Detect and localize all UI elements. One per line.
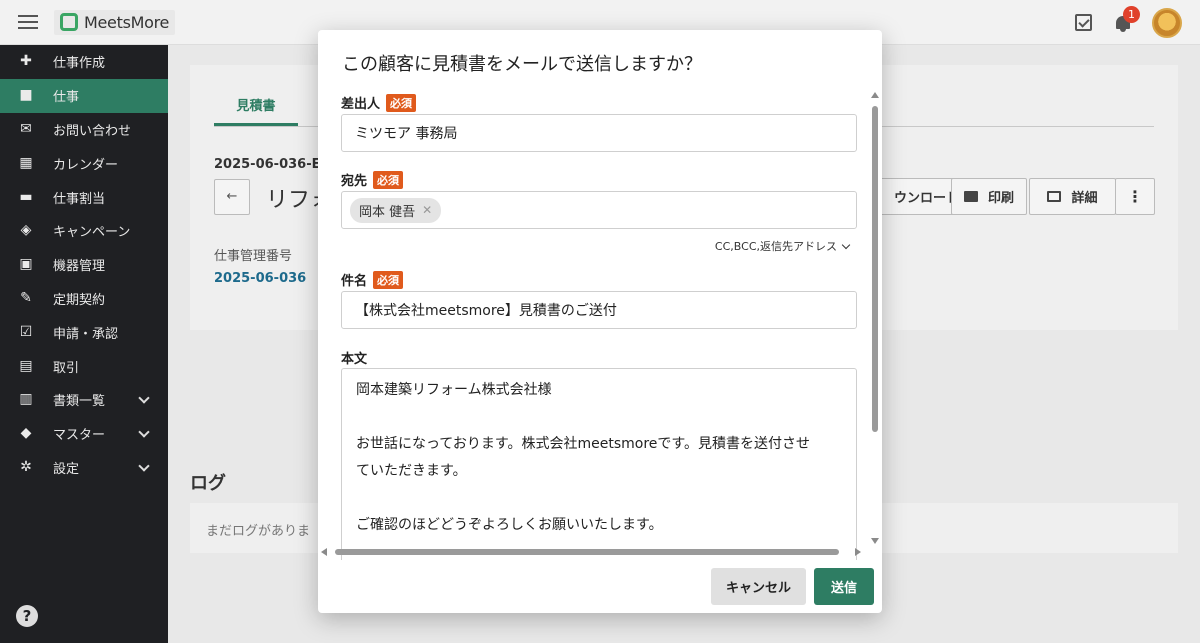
sidebar-item-label: 書類一覧	[53, 394, 106, 410]
sidebar-item-label: 機器管理	[53, 259, 106, 275]
notification-badge: 1	[1123, 5, 1140, 23]
body-textarea[interactable]: 岡本建築リフォーム株式会社様 お世話になっております。株式会社meetsmore…	[341, 368, 857, 560]
subject-label: 件名 必須	[341, 270, 404, 289]
scroll-down-icon[interactable]	[871, 538, 879, 544]
logo-text: MeetsMore	[84, 12, 170, 32]
required-badge: 必須	[373, 170, 404, 189]
briefcase-icon: ■	[19, 87, 33, 104]
sender-label: 差出人 必須	[341, 93, 417, 112]
sidebar-item-label: 設定	[53, 461, 80, 477]
body-label: 本文	[341, 352, 368, 367]
dialog-title: この顧客に見積書をメールで送信しますか？	[342, 54, 702, 75]
boxes-icon: ▣	[19, 256, 33, 273]
sidebar-item-settings[interactable]: ✲ 設定	[0, 451, 168, 485]
calendar-icon: ▦	[19, 154, 33, 171]
job-number-link[interactable]: 2025-06-036	[214, 271, 306, 286]
detail-label: 詳細	[1071, 191, 1098, 206]
sidebar-item-documents[interactable]: ▥ 書類一覧	[0, 383, 168, 417]
dialog-body: 差出人 必須 ミツモア 事務局 宛先 必須 岡本 健吾 ✕ CC,BCC,返信先…	[318, 90, 882, 560]
sidebar-item-label: 定期契約	[53, 292, 106, 308]
download-label: ウンロード	[893, 191, 959, 206]
remove-recipient-icon[interactable]: ✕	[422, 203, 432, 217]
horizontal-scrollbar[interactable]	[321, 548, 861, 556]
sidebar-item-equipment[interactable]: ▣ 機器管理	[0, 248, 168, 282]
sidebar-item-label: 仕事	[53, 90, 80, 106]
sidebar-item-label: 仕事割当	[53, 191, 106, 207]
notification-bell-icon[interactable]: 1	[1114, 5, 1140, 33]
chevron-down-icon	[138, 426, 150, 438]
cube-icon: ◆	[20, 425, 32, 442]
scroll-up-icon[interactable]	[871, 92, 879, 98]
chevron-down-icon	[138, 459, 150, 472]
recipient-chip: 岡本 健吾 ✕	[350, 197, 442, 223]
required-badge: 必須	[386, 93, 417, 112]
calculator-icon: ▤	[19, 357, 33, 374]
sidebar-item-contracts[interactable]: ✎ 定期契約	[0, 282, 168, 316]
gear-icon: ✲	[20, 458, 32, 475]
sidebar-item-label: 申請・承認	[53, 326, 119, 342]
subject-field[interactable]: 【株式会社meetsmore】見積書のご送付	[341, 291, 857, 329]
sidebar-item-approval[interactable]: ☑ 申請・承認	[0, 315, 168, 349]
sender-field[interactable]: ミツモア 事務局	[341, 114, 857, 152]
help-icon[interactable]: ?	[16, 605, 38, 627]
job-number-label: 仕事管理番号	[214, 249, 293, 264]
log-title: ログ	[190, 473, 226, 494]
logo-icon	[60, 13, 78, 31]
sidebar-item-jobs[interactable]: ■ 仕事	[0, 78, 168, 113]
scroll-right-icon[interactable]	[855, 548, 861, 556]
contract-icon: ✎	[20, 289, 32, 306]
app-logo[interactable]: MeetsMore	[54, 9, 176, 35]
to-field[interactable]: 岡本 健吾 ✕	[341, 191, 857, 229]
tab-estimate[interactable]: 見積書	[214, 95, 298, 114]
sidebar-item-assignment[interactable]: ▬ 仕事割当	[0, 180, 168, 214]
sidebar-item-transactions[interactable]: ▤ 取引	[0, 349, 168, 383]
send-button[interactable]: 送信	[814, 568, 874, 605]
sidebar-item-label: 取引	[53, 360, 80, 376]
chevron-down-icon	[841, 240, 851, 249]
more-options-icon[interactable]: ⋮	[1115, 178, 1155, 215]
sidebar-item-master[interactable]: ◆ マスター	[0, 417, 168, 451]
tasks-check-icon[interactable]	[1075, 14, 1092, 31]
detail-button[interactable]: 詳細	[1029, 178, 1116, 215]
sidebar-item-label: キャンペーン	[53, 225, 131, 241]
sidebar-item-label: カレンダー	[53, 157, 119, 173]
campaign-icon: ◈	[20, 222, 32, 239]
printer-icon	[963, 191, 978, 202]
menu-icon[interactable]	[18, 15, 38, 29]
checkbox-icon: ☑	[19, 323, 33, 340]
sidebar-item-job-create[interactable]: ✚ 仕事作成	[0, 45, 168, 79]
cancel-button[interactable]: キャンセル	[711, 568, 806, 605]
sidebar: ✚ 仕事作成 ■ 仕事 ✉ お問い合わせ ▦ カレンダー ▬ 仕事割当 ◈ キャンペーン ▣…	[0, 45, 168, 643]
scroll-left-icon[interactable]	[321, 548, 327, 556]
truck-icon: ▬	[19, 188, 33, 205]
horizontal-scroll-thumb[interactable]	[335, 549, 839, 555]
chevron-down-icon	[138, 392, 150, 404]
detail-icon	[1047, 191, 1062, 202]
vertical-scroll-thumb[interactable]	[872, 106, 878, 432]
back-button[interactable]: ←	[214, 179, 250, 215]
print-button[interactable]: 印刷	[951, 178, 1027, 215]
mail-icon: ✉	[20, 120, 32, 137]
sidebar-item-campaign[interactable]: ◈ キャンペーン	[0, 214, 168, 248]
cc-bcc-toggle[interactable]: CC,BCC,返信先アドレス	[715, 238, 851, 254]
sidebar-item-label: マスター	[53, 428, 106, 444]
vertical-scrollbar[interactable]	[871, 92, 879, 544]
sidebar-item-calendar[interactable]: ▦ カレンダー	[0, 146, 168, 180]
required-badge: 必須	[373, 270, 404, 289]
documents-icon: ▥	[19, 391, 33, 408]
sidebar-item-label: お問い合わせ	[53, 123, 132, 139]
briefcase-plus-icon: ✚	[20, 53, 32, 70]
to-label: 宛先 必須	[341, 170, 404, 189]
sidebar-item-label: 仕事作成	[53, 56, 106, 72]
user-avatar[interactable]	[1152, 7, 1182, 38]
sidebar-item-inquiries[interactable]: ✉ お問い合わせ	[0, 113, 168, 147]
print-label: 印刷	[987, 191, 1014, 206]
send-email-dialog: この顧客に見積書をメールで送信しますか？ 差出人 必須 ミツモア 事務局 宛先 …	[318, 30, 882, 613]
